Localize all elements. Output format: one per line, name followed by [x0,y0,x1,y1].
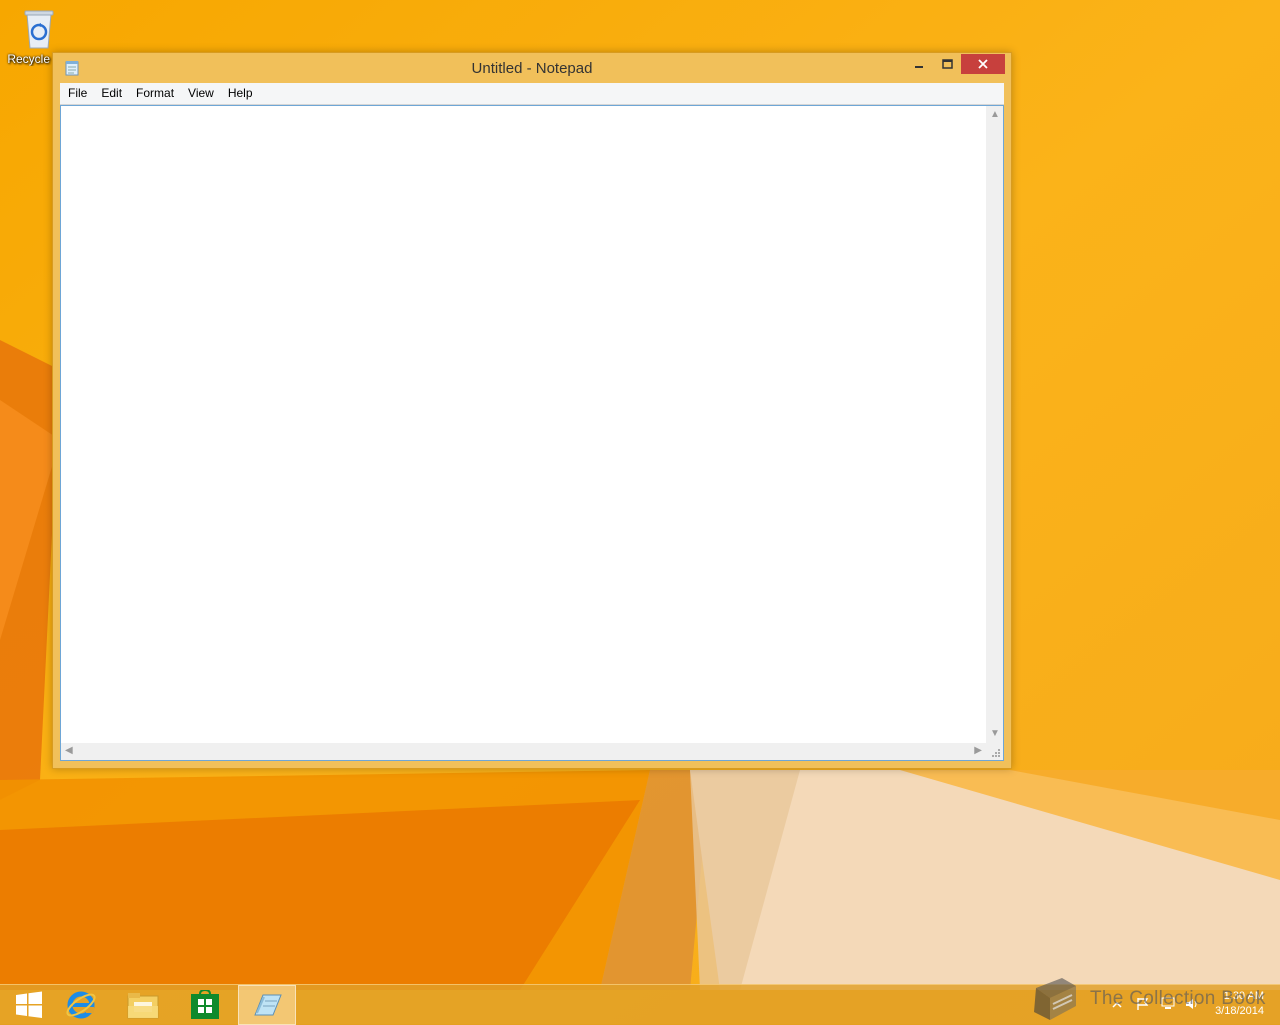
maximize-button[interactable] [933,54,961,74]
taskbar-file-explorer[interactable] [114,985,172,1025]
menu-format[interactable]: Format [130,83,180,104]
minimize-button[interactable] [905,54,933,74]
book-icon [1034,978,1076,1020]
watermark-text: The Collection Book [1090,988,1266,1009]
horizontal-scrollbar[interactable]: ◀ ▶ [61,743,986,760]
menu-edit[interactable]: Edit [95,83,128,104]
title-bar[interactable]: Untitled - Notepad [53,53,1011,83]
scroll-left-icon[interactable]: ◀ [65,746,73,756]
watermark: The Collection Book [1028,976,1266,1022]
text-editor[interactable]: ▲ ▼ ◀ ▶ [60,105,1004,761]
window-title: Untitled - Notepad [471,60,593,77]
notepad-icon [254,994,282,1016]
text-area[interactable] [61,106,986,743]
menu-help[interactable]: Help [222,83,259,104]
taskbar-internet-explorer[interactable] [52,985,110,1025]
start-button[interactable] [0,985,58,1025]
resize-grip-icon [992,749,1000,757]
store-icon [191,990,219,1019]
menu-file[interactable]: File [62,83,93,104]
vertical-scrollbar[interactable]: ▲ ▼ [986,106,1003,743]
start-icon [16,991,42,1018]
internet-explorer-icon [66,991,96,1019]
scroll-right-icon[interactable]: ▶ [974,746,982,756]
minimize-icon [915,66,923,68]
recycle-bin-icon [24,10,54,49]
file-explorer-icon [127,993,159,1019]
maximize-icon [941,59,953,69]
scroll-down-icon[interactable]: ▼ [990,729,1000,739]
taskbar-store[interactable] [176,985,234,1025]
scroll-up-icon[interactable]: ▲ [990,110,1000,120]
resize-grip[interactable] [986,743,1003,760]
close-icon [978,59,988,69]
taskbar-notepad[interactable] [238,985,296,1025]
notepad-window[interactable]: Untitled - Notepad File Edit Format View… [52,52,1012,769]
close-button[interactable] [961,54,1005,74]
menu-view[interactable]: View [182,83,220,104]
menu-bar: File Edit Format View Help [60,83,1004,105]
